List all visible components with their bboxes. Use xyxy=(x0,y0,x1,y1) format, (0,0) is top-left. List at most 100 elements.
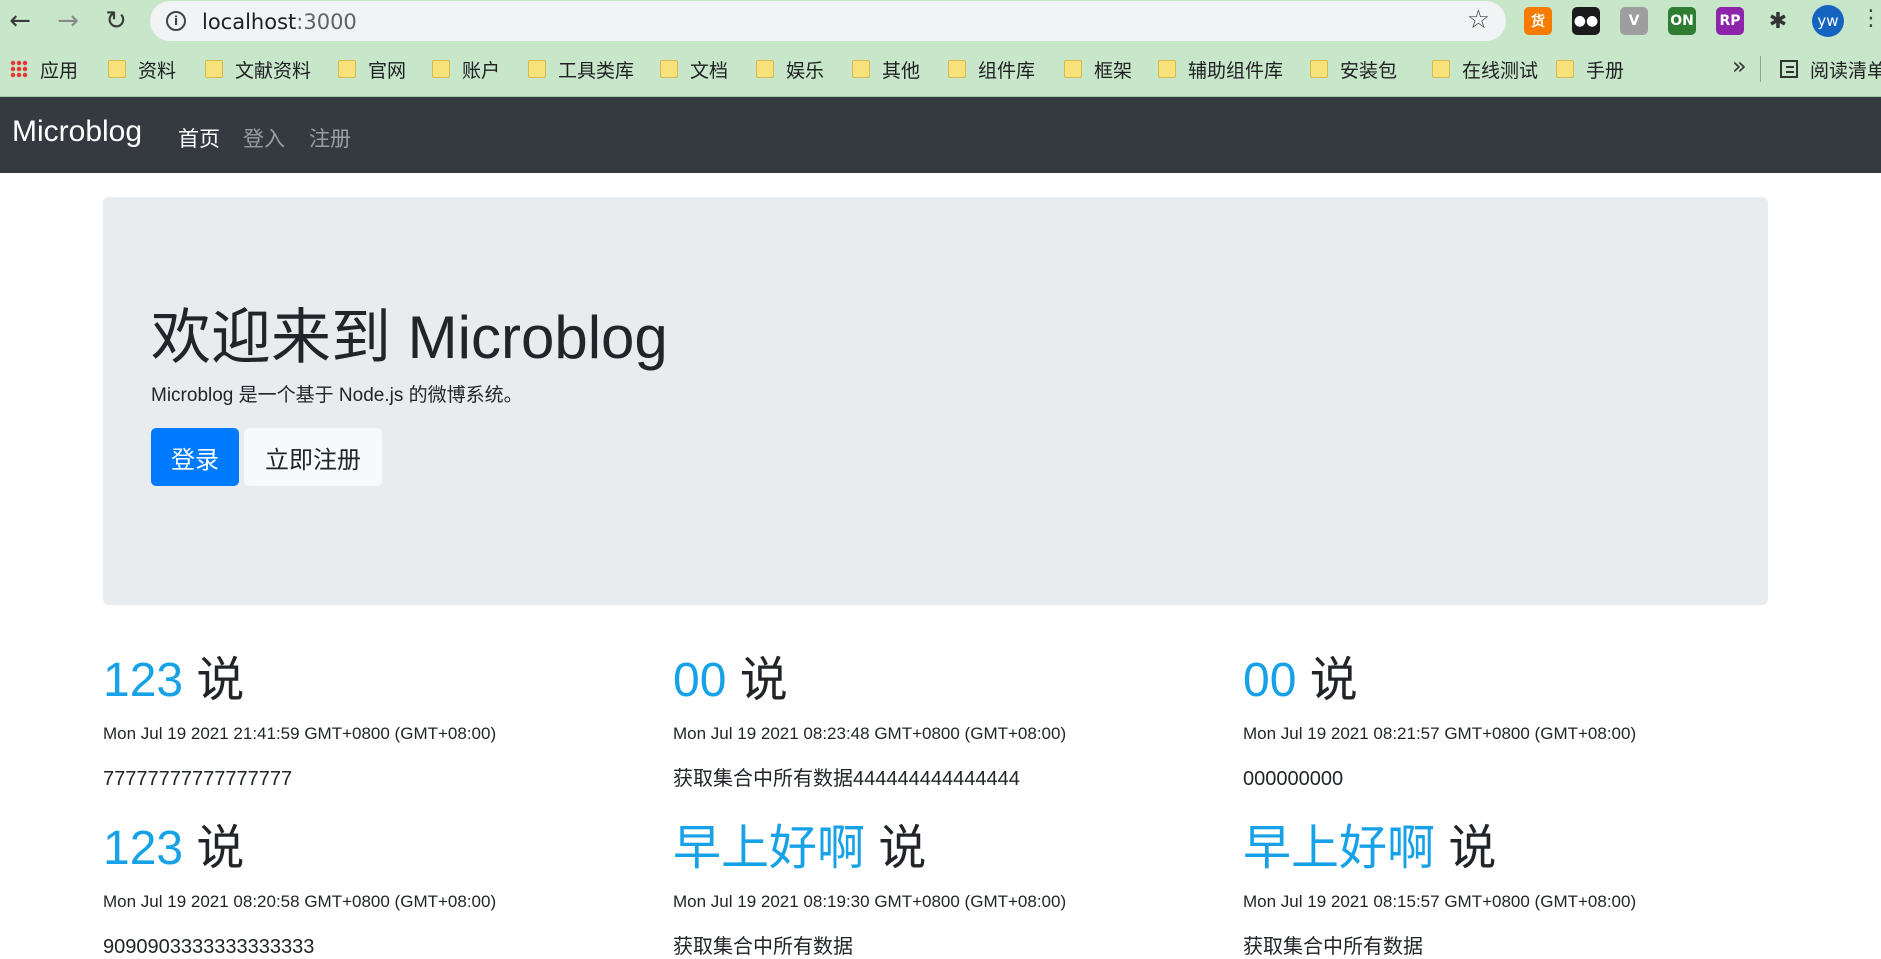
post-username[interactable]: 123 xyxy=(103,822,183,875)
bookmark-folder[interactable]: 手册 xyxy=(1556,57,1625,82)
profile-avatar[interactable]: yw xyxy=(1812,5,1844,37)
bookmark-folder[interactable]: 账户 xyxy=(432,57,501,82)
post-timestamp: Mon Jul 19 2021 21:41:59 GMT+0800 (GMT+0… xyxy=(103,724,497,743)
bookmark-folder[interactable]: 安装包 xyxy=(1310,57,1398,82)
post-timestamp: Mon Jul 19 2021 08:20:58 GMT+0800 (GMT+0… xyxy=(103,892,497,911)
post-says: 说 xyxy=(183,654,245,707)
folder-icon xyxy=(948,60,966,78)
bookmark-folder-label: 娱乐 xyxy=(786,59,825,82)
post-username[interactable]: 00 xyxy=(673,654,726,707)
post-says: 说 xyxy=(183,822,245,875)
bookmark-apps[interactable]: 应用 xyxy=(10,57,79,82)
bookmark-apps-label: 应用 xyxy=(40,59,79,82)
register-button[interactable]: 立即注册 xyxy=(244,428,382,486)
site-navbar: Microblog 首页 登入 注册 xyxy=(0,97,1881,173)
post-heading: 00 说 xyxy=(1243,653,1803,709)
post-content: 获取集合中所有数据 xyxy=(1243,936,1423,958)
axure-rp-extension-icon[interactable]: RP xyxy=(1716,7,1744,35)
bookmark-folder-label: 手册 xyxy=(1586,59,1625,82)
bookmark-folder-label: 辅助组件库 xyxy=(1188,59,1284,82)
page-title: 欢迎来到 Microblog xyxy=(151,304,668,371)
address-bar[interactable]: i localhost:3000 ☆ xyxy=(150,1,1506,41)
bookmark-folder[interactable]: 文档 xyxy=(660,57,729,82)
login-button[interactable]: 登录 xyxy=(151,428,239,486)
post-username[interactable]: 00 xyxy=(1243,654,1296,707)
bookmark-folder[interactable]: 文献资料 xyxy=(205,57,312,82)
site-info-icon[interactable]: i xyxy=(166,11,186,31)
folder-icon xyxy=(338,60,356,78)
navbar-brand[interactable]: Microblog xyxy=(12,115,142,149)
tampermonkey-extension-icon[interactable]: ●● xyxy=(1572,7,1600,35)
on-extension-icon[interactable]: ON xyxy=(1668,7,1696,35)
bookmark-folder-label: 账户 xyxy=(462,59,501,82)
folder-icon xyxy=(1432,60,1450,78)
folder-icon xyxy=(108,60,126,78)
post-content: 获取集合中所有数据444444444444444 xyxy=(673,768,1020,790)
bookmarks-bar: 应用 资料 文献资料 官网 账户 工具类库 文档 娱乐 其他 组件库 框架 辅助组件库 安装包 在线测试… xyxy=(0,42,1881,97)
post-content: 77777777777777777 xyxy=(103,768,293,790)
vue-devtools-extension-icon[interactable]: V xyxy=(1620,7,1648,35)
bookmark-folder-label: 其他 xyxy=(882,59,921,82)
post-content: 9090903333333333333 xyxy=(103,936,315,958)
post-says: 说 xyxy=(865,822,927,875)
reading-list-icon xyxy=(1780,60,1798,78)
post-username[interactable]: 123 xyxy=(103,654,183,707)
reading-list-label: 阅读清单 xyxy=(1810,59,1881,82)
taobao-extension-icon[interactable]: 货 xyxy=(1524,7,1552,35)
post-says: 说 xyxy=(1296,654,1358,707)
post-heading: 00 说 xyxy=(673,653,1233,709)
reload-icon[interactable]: ↻ xyxy=(100,5,132,37)
post-card: 123 说 Mon Jul 19 2021 08:20:58 GMT+0800 … xyxy=(103,821,663,959)
post-heading: 早上好啊 说 xyxy=(1243,821,1803,877)
bookmarks-overflow-icon[interactable]: » xyxy=(1732,52,1747,80)
nav-link-home[interactable]: 首页 xyxy=(178,123,220,153)
post-timestamp: Mon Jul 19 2021 08:23:48 GMT+0800 (GMT+0… xyxy=(673,724,1067,743)
post-content: 获取集合中所有数据 xyxy=(673,936,853,958)
post-username[interactable]: 早上好啊 xyxy=(1243,822,1435,875)
bookmark-folder[interactable]: 资料 xyxy=(108,57,177,82)
bookmarks-divider xyxy=(1760,56,1761,82)
apps-grid-icon xyxy=(10,60,28,78)
nav-link-register[interactable]: 注册 xyxy=(309,123,351,153)
post-timestamp: Mon Jul 19 2021 08:19:30 GMT+0800 (GMT+0… xyxy=(673,892,1067,911)
bookmark-folder-label: 组件库 xyxy=(978,59,1036,82)
folder-icon xyxy=(852,60,870,78)
folder-icon xyxy=(756,60,774,78)
bookmark-folder-label: 文献资料 xyxy=(235,59,312,82)
post-username[interactable]: 早上好啊 xyxy=(673,822,865,875)
post-heading: 123 说 xyxy=(103,653,663,709)
bookmark-folder[interactable]: 娱乐 xyxy=(756,57,825,82)
post-card: 00 说 Mon Jul 19 2021 08:23:48 GMT+0800 (… xyxy=(673,653,1233,791)
bookmark-folder[interactable]: 工具类库 xyxy=(528,57,634,82)
puzzle-extensions-icon[interactable]: ✱ xyxy=(1764,7,1792,35)
bookmark-folder[interactable]: 其他 xyxy=(852,57,921,82)
bookmark-folder-label: 官网 xyxy=(368,59,407,82)
post-says: 说 xyxy=(1435,822,1497,875)
url-text[interactable]: localhost:3000 xyxy=(202,10,357,34)
bookmark-folder[interactable]: 在线测试 xyxy=(1432,57,1539,82)
url-port: :3000 xyxy=(296,10,357,34)
bookmark-folder[interactable]: 官网 xyxy=(338,57,407,82)
post-says: 说 xyxy=(726,654,788,707)
post-content: 000000000 xyxy=(1243,768,1344,790)
bookmark-star-icon[interactable]: ☆ xyxy=(1467,5,1490,35)
bookmark-folder[interactable]: 组件库 xyxy=(948,57,1036,82)
bookmark-folder-label: 安装包 xyxy=(1340,59,1398,82)
folder-icon xyxy=(205,60,223,78)
folder-icon xyxy=(660,60,678,78)
post-heading: 123 说 xyxy=(103,821,663,877)
nav-link-login[interactable]: 登入 xyxy=(243,123,285,153)
post-card: 123 说 Mon Jul 19 2021 21:41:59 GMT+0800 … xyxy=(103,653,663,791)
reading-list-button[interactable]: 阅读清单 xyxy=(1780,57,1881,82)
forward-icon[interactable]: → xyxy=(52,5,84,37)
browser-menu-icon[interactable]: ⋮ xyxy=(1860,6,1881,31)
bookmark-folder[interactable]: 框架 xyxy=(1064,57,1132,82)
back-icon[interactable]: ← xyxy=(4,5,36,37)
bookmark-folder-label: 在线测试 xyxy=(1462,59,1539,82)
post-timestamp: Mon Jul 19 2021 08:15:57 GMT+0800 (GMT+0… xyxy=(1243,892,1637,911)
folder-icon xyxy=(528,60,546,78)
bookmark-folder-label: 资料 xyxy=(138,59,177,82)
folder-icon xyxy=(1158,60,1176,78)
bookmark-folder-label: 文档 xyxy=(690,59,729,82)
bookmark-folder[interactable]: 辅助组件库 xyxy=(1158,57,1284,82)
